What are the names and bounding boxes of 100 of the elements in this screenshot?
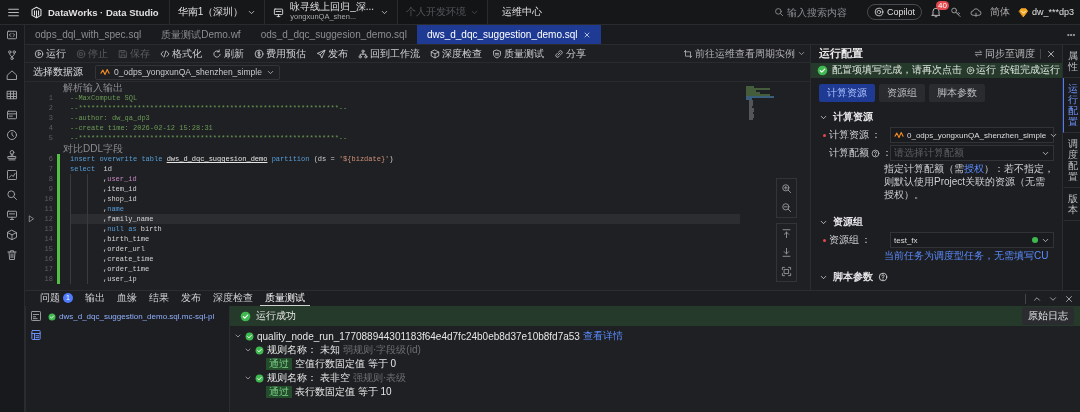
field-label: 计算资源 bbox=[829, 128, 869, 142]
panel-tab[interactable]: 深度检查 bbox=[208, 291, 258, 306]
branch-icon[interactable] bbox=[6, 49, 18, 61]
notification-badge: 40 bbox=[935, 1, 949, 10]
datasource-label: 选择数据源 bbox=[33, 65, 83, 79]
play-icon bbox=[34, 48, 44, 59]
logo-icon bbox=[30, 5, 43, 19]
authorize-link[interactable]: 授权 bbox=[964, 163, 984, 174]
side-tab[interactable]: 版本 bbox=[1063, 188, 1080, 221]
file-tab[interactable]: ods_d_dqc_suggesion_demo.sql bbox=[250, 25, 417, 44]
config-tab[interactable]: 脚本参数 bbox=[929, 84, 985, 102]
panel-tab[interactable]: 血缘 bbox=[112, 291, 142, 306]
rule-meta: 弱规则·字段级(id) bbox=[343, 343, 421, 357]
toolbar-button[interactable]: 发布 bbox=[311, 46, 353, 61]
code-icon[interactable] bbox=[6, 29, 18, 41]
key-icon[interactable] bbox=[949, 6, 962, 18]
compute-resource-select[interactable]: 0_odps_yongxunQA_shenzhen_simple bbox=[890, 127, 1054, 143]
ops-instances-link[interactable]: 前往运维查看周期实例 bbox=[683, 46, 806, 61]
zoom-in-icon[interactable] bbox=[781, 183, 792, 194]
home-icon[interactable] bbox=[6, 69, 18, 81]
scroll-top-icon[interactable] bbox=[781, 228, 792, 239]
monitor-icon[interactable] bbox=[6, 209, 18, 221]
side-tab[interactable]: 属性 bbox=[1063, 45, 1080, 78]
file-name[interactable]: dws_d_dqc_suggestion_demo.sql.mc-sql-pl bbox=[59, 312, 215, 321]
stop-icon bbox=[76, 48, 86, 59]
play-icon[interactable] bbox=[27, 215, 35, 223]
code-annotation[interactable]: 解析输入输出 bbox=[63, 82, 123, 93]
download-icon[interactable] bbox=[781, 247, 792, 258]
chevron-icon[interactable] bbox=[234, 332, 242, 340]
check-circle-icon bbox=[48, 312, 56, 321]
section-title[interactable]: 脚本参数 bbox=[833, 270, 873, 284]
run-id: quality_node_run_177088944301183f64e4d7fc24b0eb8d37e10b8fd7a53 bbox=[257, 330, 580, 342]
pass-badge: 通过 bbox=[266, 358, 292, 370]
side-tab[interactable]: 调度配置 bbox=[1063, 133, 1080, 188]
close-icon[interactable] bbox=[1046, 48, 1056, 59]
table-icon[interactable] bbox=[6, 89, 18, 101]
notice-text: 按钮完成运行 bbox=[1000, 63, 1060, 78]
trash-icon[interactable] bbox=[6, 249, 18, 261]
details-link[interactable]: 查看详情 bbox=[582, 329, 623, 343]
status-dot bbox=[1032, 237, 1038, 243]
toolbar-button[interactable]: 运行 bbox=[29, 46, 71, 61]
toolbar-button[interactable]: 深度检查 bbox=[425, 46, 487, 61]
file-tab[interactable]: 质量测试Demo.wf bbox=[151, 25, 251, 44]
panel-tab[interactable]: 结果 bbox=[144, 291, 174, 306]
raw-log-button[interactable]: 原始日志 bbox=[1022, 307, 1074, 325]
minimap-drawing[interactable] bbox=[746, 86, 776, 122]
rule-label: 规则名称： bbox=[267, 371, 317, 385]
config-tab[interactable]: 资源组 bbox=[879, 84, 925, 102]
cloud-icon[interactable] bbox=[969, 6, 982, 18]
folder-icon[interactable] bbox=[6, 109, 18, 121]
check-circle-icon bbox=[255, 345, 264, 355]
region-dropdown[interactable]: 华南1（深圳） bbox=[169, 0, 266, 24]
code-annotation[interactable]: 对比DDL字段 bbox=[63, 143, 123, 154]
file-tab[interactable]: odps_dql_with_spec.sql bbox=[25, 25, 152, 44]
toolbar-button[interactable]: 分享 bbox=[549, 46, 591, 61]
sync-button[interactable]: 同步至调度 bbox=[974, 46, 1035, 61]
chart-icon[interactable] bbox=[6, 169, 18, 181]
hint-link[interactable]: 当前任务为调度型任务，无需填写CU bbox=[884, 250, 1049, 261]
gem-icon bbox=[1017, 6, 1029, 18]
chevron-icon[interactable] bbox=[244, 374, 252, 382]
bell-icon[interactable] bbox=[929, 6, 942, 18]
datasource-select[interactable]: 0_odps_yongxunQA_shenzhen_simple bbox=[95, 64, 280, 80]
section-title[interactable]: 资源组 bbox=[833, 215, 863, 229]
stamp-icon[interactable] bbox=[6, 149, 18, 161]
run-inline-button[interactable]: 运行 bbox=[966, 63, 996, 78]
swap-icon bbox=[974, 49, 983, 59]
rule-meta: 强规则·表级 bbox=[353, 371, 407, 385]
close-icon[interactable] bbox=[1064, 293, 1074, 304]
file-tab[interactable]: dws_d_dqc_suggestion_demo.sql bbox=[416, 25, 601, 44]
toolbar-button[interactable]: 刷新 bbox=[207, 46, 249, 61]
check-circle-icon bbox=[817, 64, 828, 76]
fit-screen-icon[interactable] bbox=[781, 266, 792, 277]
panel-tab[interactable]: 发布 bbox=[176, 291, 206, 306]
link-icon bbox=[554, 48, 564, 59]
cube-icon[interactable] bbox=[6, 229, 18, 241]
zoom-out-icon[interactable] bbox=[781, 202, 792, 213]
play-icon bbox=[966, 65, 975, 75]
file-icon[interactable] bbox=[29, 310, 42, 322]
ops-center-link[interactable]: 运维中心 bbox=[488, 5, 557, 19]
user-menu[interactable]: dw_***dp3 bbox=[1017, 6, 1074, 18]
close-icon[interactable] bbox=[582, 30, 591, 39]
section-title[interactable]: 计算资源 bbox=[833, 110, 873, 124]
refresh-icon bbox=[212, 48, 222, 59]
search-icon[interactable] bbox=[6, 189, 18, 201]
rule-label: 规则名称： bbox=[267, 343, 317, 357]
field-colon: ： bbox=[871, 128, 881, 142]
side-tab[interactable]: 运行配置 bbox=[1063, 78, 1080, 133]
panel-tab[interactable]: 输出 bbox=[80, 291, 110, 306]
config-tab[interactable]: 计算资源 bbox=[819, 84, 875, 102]
toolbar-button[interactable]: 格式化 bbox=[155, 46, 207, 61]
toolbar-button[interactable]: 费用预估 bbox=[249, 46, 311, 61]
resource-group-select[interactable]: test_fx bbox=[890, 232, 1054, 248]
document-icon[interactable] bbox=[29, 329, 42, 341]
chevron-icon[interactable] bbox=[244, 346, 252, 354]
toolbar-button[interactable]: 质量测试 bbox=[487, 46, 549, 61]
search-field[interactable]: 输入搜索内容 bbox=[786, 6, 857, 18]
clock-icon[interactable] bbox=[6, 129, 18, 141]
toolbar-button[interactable]: 回到工作流 bbox=[353, 46, 425, 61]
language-link[interactable]: 简体 bbox=[989, 5, 1010, 19]
dollar-icon bbox=[254, 48, 264, 59]
